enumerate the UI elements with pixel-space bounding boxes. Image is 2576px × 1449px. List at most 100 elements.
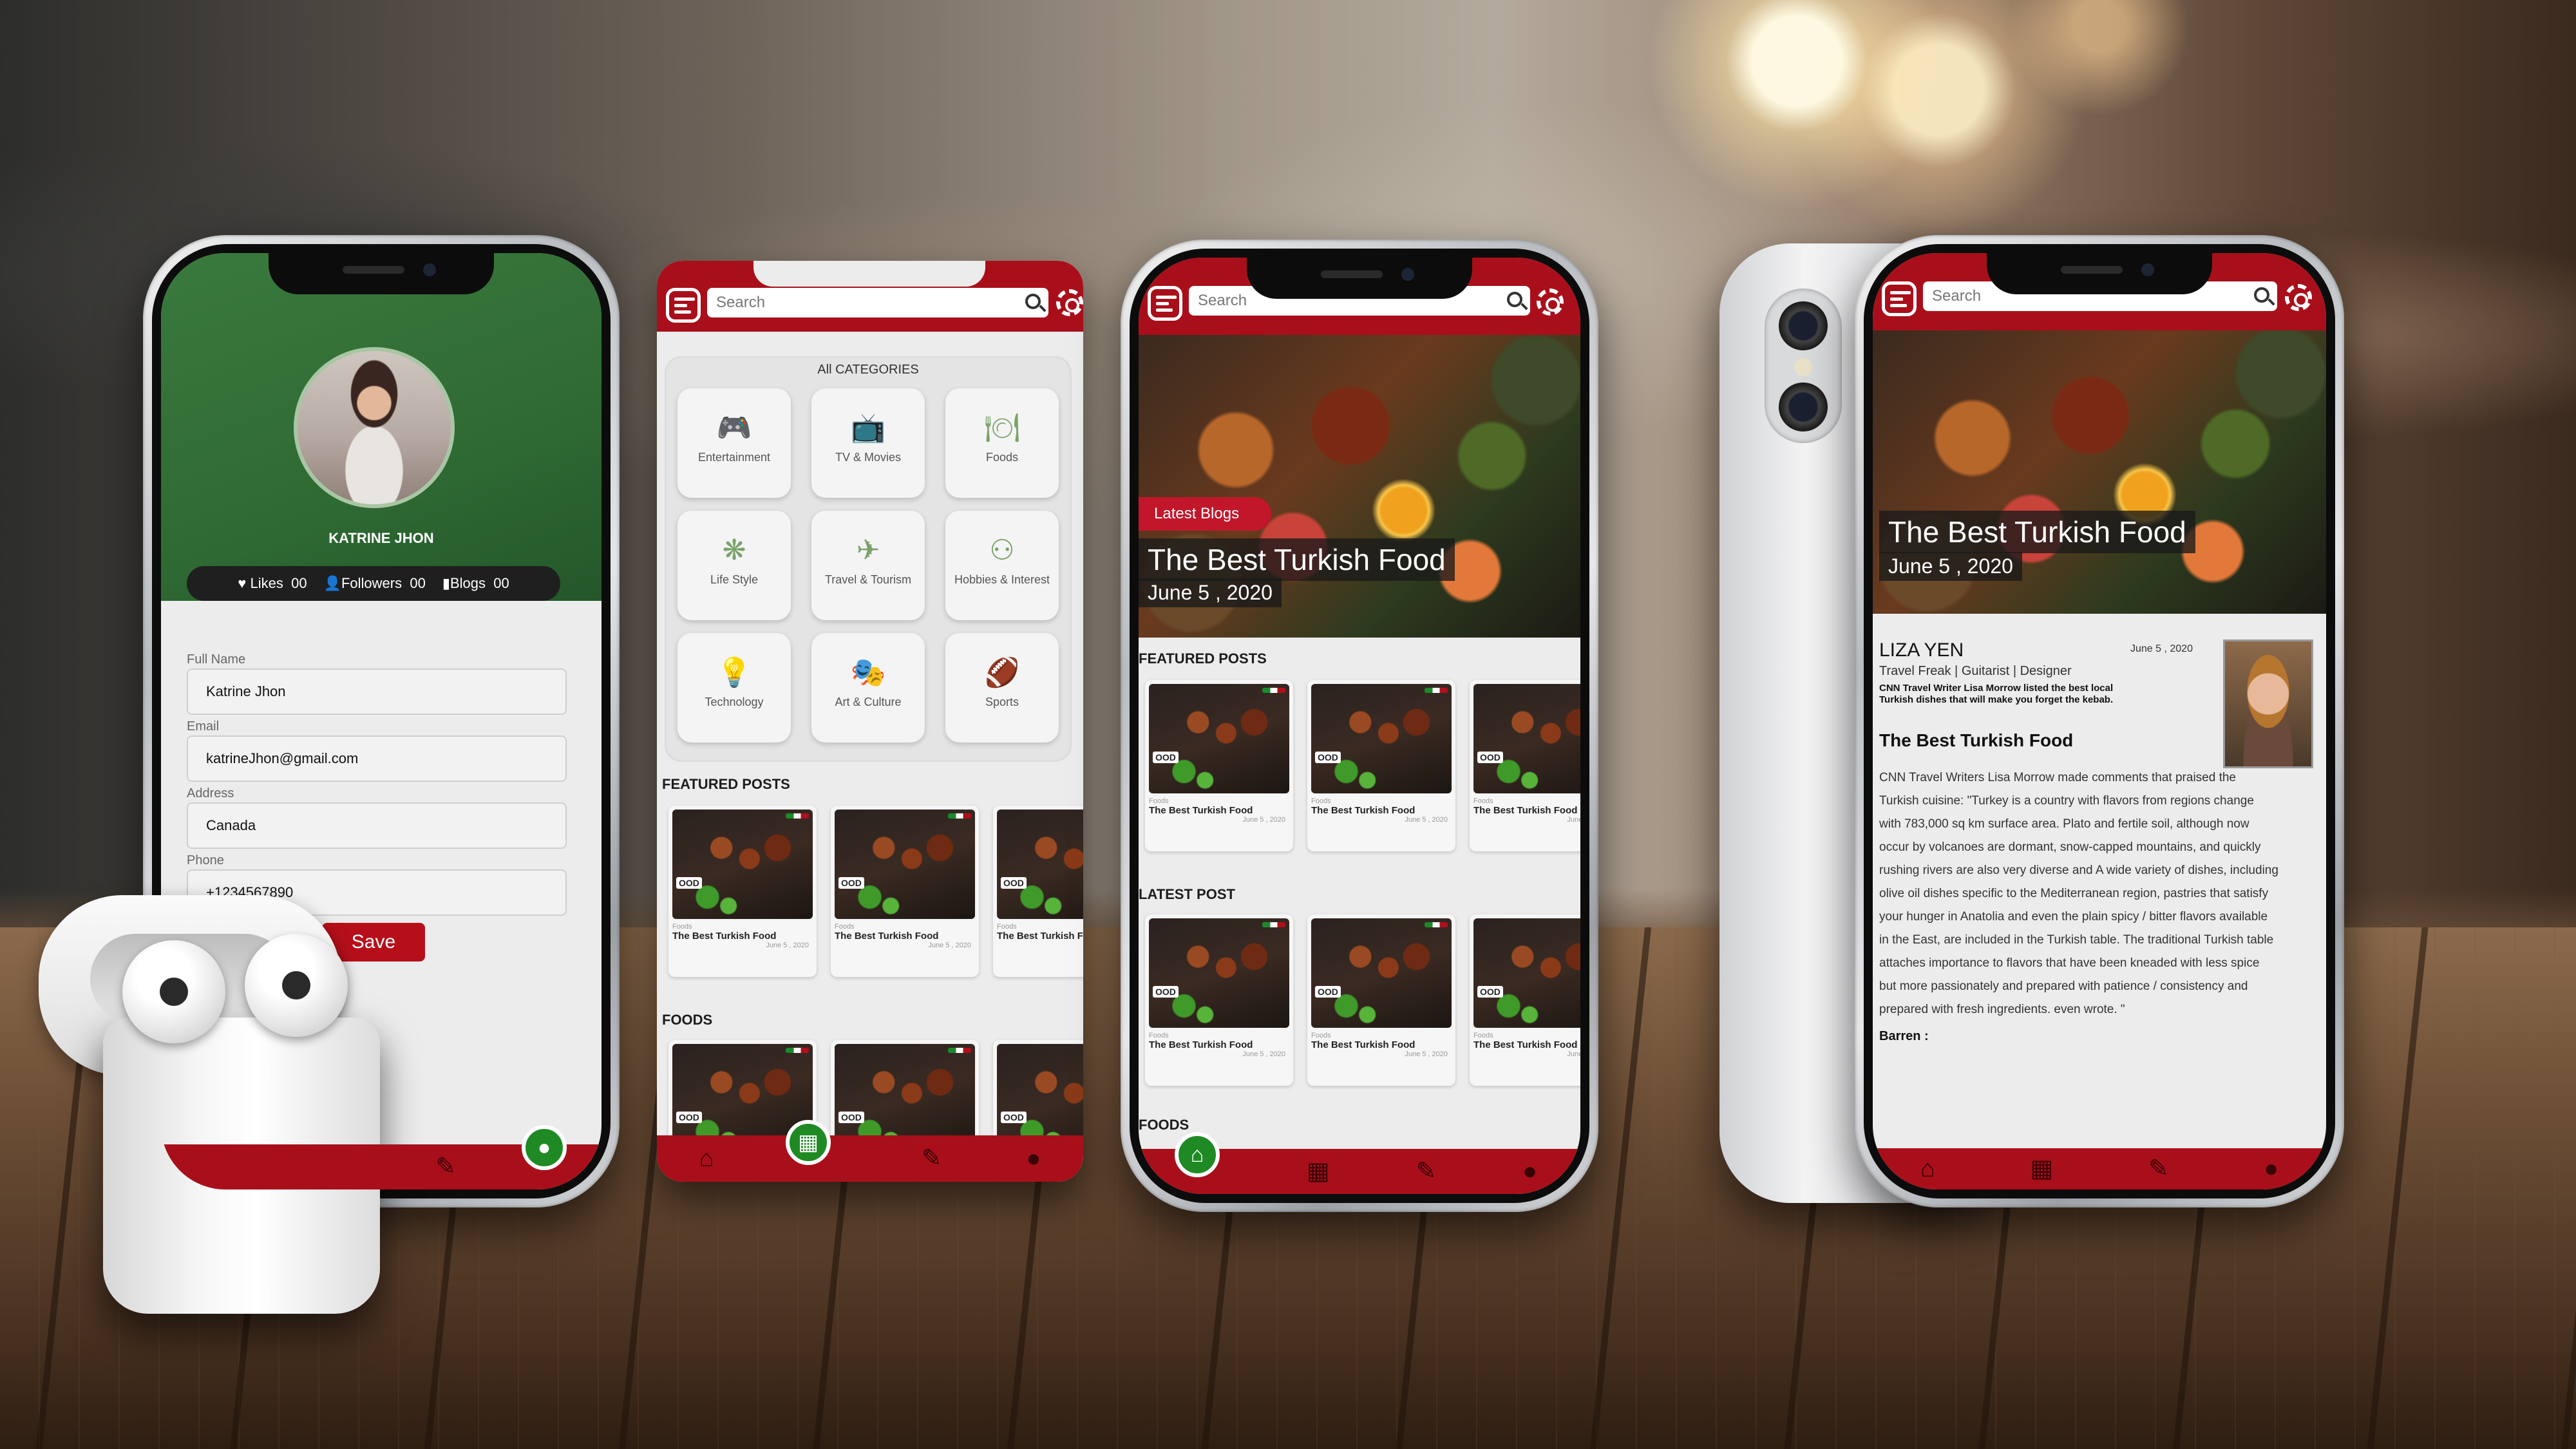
book-icon: ▮: [442, 575, 450, 591]
hero-title: The Best Turkish Food: [1139, 538, 1455, 581]
category-travel-tourism[interactable]: ✈ Travel & Tourism: [811, 511, 925, 620]
address-input[interactable]: Canada: [187, 802, 567, 849]
article-title: The Best Turkish Food: [1879, 511, 2195, 553]
post-thumbnail: OOD: [1149, 918, 1289, 1028]
email-label: Email: [187, 719, 220, 734]
article-date: June 5 , 2020: [1879, 552, 2022, 581]
category-hobbies-interest[interactable]: ⚇ Hobbies & Interest: [945, 511, 1059, 620]
full-name-input[interactable]: Katrine Jhon: [187, 668, 567, 715]
latest-card-2[interactable]: OOD Foods The Best Turkish Food June 5 , 2…: [1307, 914, 1455, 1086]
address-label: Address: [187, 786, 234, 800]
edit-icon[interactable]: ✎: [435, 1155, 456, 1179]
phone-article: Search The Best Turkish Food June 5 , 20…: [1855, 235, 2344, 1208]
phone-label: Phone: [187, 853, 224, 867]
grid-icon[interactable]: ▦: [2030, 1157, 2053, 1181]
profile-name: KATRINE JHON: [328, 530, 434, 546]
home-fab[interactable]: ⌂: [1175, 1132, 1220, 1177]
author-photo[interactable]: [2223, 639, 2313, 768]
grid-icon[interactable]: ▦: [1307, 1159, 1330, 1184]
category-tv-movies[interactable]: 📺 TV & Movies: [811, 388, 925, 498]
ball-icon: 🏈: [984, 657, 1020, 688]
phone-categories: Search All CATEGORIES 🎮 Entertainment 📺 TV…: [657, 261, 1083, 1182]
user-icon[interactable]: ●: [1027, 1146, 1041, 1171]
user-icon[interactable]: ●: [1522, 1159, 1537, 1184]
latest-card-1[interactable]: OOD Foods The Best Turkish Food June 5 , 2…: [1145, 914, 1293, 1086]
avatar[interactable]: [294, 347, 455, 508]
featured-card-1[interactable]: OOD Foods The Best Turkish Food June 5 , 2…: [1145, 680, 1293, 851]
search-input[interactable]: Search: [707, 288, 1048, 317]
user-plus-icon: 👤: [323, 575, 341, 591]
notch: [1987, 253, 2212, 294]
gamepad-icon: 🎮: [716, 412, 752, 444]
profile-fab[interactable]: ●: [522, 1125, 567, 1170]
featured-posts-heading: FEATURED POSTS: [662, 776, 790, 792]
category-sports[interactable]: 🏈 Sports: [945, 633, 1059, 743]
featured-card-1[interactable]: OOD Foods The Best Turkish Food June 5 , 2…: [668, 806, 817, 977]
hero-date: June 5 , 2020: [1139, 578, 1282, 607]
featured-posts-heading: FEATURED POSTS: [1139, 650, 1267, 667]
email-field: Email katrineJhon@gmail.com: [187, 719, 567, 782]
category-art-culture[interactable]: 🎭 Art & Culture: [811, 633, 925, 743]
home-icon[interactable]: ⌂: [1920, 1157, 1935, 1181]
category-life-style[interactable]: ❋ Life Style: [677, 511, 791, 620]
plane-icon: ✈: [856, 535, 880, 566]
categories-title: All CATEGORIES: [817, 363, 919, 377]
post-thumbnail: OOD: [1311, 918, 1452, 1028]
notch: [1247, 258, 1472, 299]
bottom-nav: ⌂ ✎ ●: [657, 1135, 1083, 1182]
lightbulb-icon: 💡: [716, 657, 752, 688]
likes-stat[interactable]: ♥ Likes 00: [238, 575, 307, 592]
settings-gear-icon[interactable]: [2285, 284, 2312, 311]
author-date: June 5 , 2020: [2130, 643, 2193, 654]
featured-card-3[interactable]: OOD FoodsThe Best Turkish FoodJune 5 , 2…: [993, 806, 1083, 977]
airpod-left: [122, 940, 225, 1043]
post-thumbnail: OOD: [672, 810, 813, 919]
categories-panel: All CATEGORIES 🎮 Entertainment 📺 TV & Movi…: [665, 356, 1072, 762]
camera-lens-icon: [1779, 301, 1828, 350]
menu-icon[interactable]: [1148, 286, 1182, 321]
home-icon: ⌂: [1190, 1142, 1204, 1167]
airpod-right: [245, 934, 348, 1037]
featured-card-2[interactable]: OOD Foods The Best Turkish Food June 5 , 2…: [831, 806, 979, 977]
featured-card-3[interactable]: OOD FoodsThe Best Turkish FoodJune 5 , 2…: [1470, 680, 1580, 851]
search-icon[interactable]: [2254, 287, 2269, 303]
latest-card-3[interactable]: OOD FoodsThe Best Turkish FoodJune 5 , 2…: [1470, 914, 1580, 1086]
home-icon[interactable]: ⌂: [699, 1146, 714, 1171]
article-body: LIZA YEN June 5 , 2020 Travel Freak | Gu…: [1879, 639, 2320, 1044]
latest-blogs-tag[interactable]: Latest Blogs: [1139, 497, 1271, 531]
edit-icon[interactable]: ✎: [2148, 1157, 2169, 1181]
edit-icon[interactable]: ✎: [922, 1146, 942, 1171]
email-input[interactable]: katrineJhon@gmail.com: [187, 735, 567, 782]
post-thumbnail: OOD: [1149, 684, 1289, 793]
article-summary: CNN Travel Writer Lisa Morrow listed the…: [1879, 683, 2114, 705]
camera-module: [1765, 289, 1842, 443]
full-name-field: Full Name Katrine Jhon: [187, 652, 567, 715]
grid-icon: ▦: [797, 1130, 819, 1155]
phone-home: Search Latest Blogs The Best Turkish Foo…: [1121, 240, 1598, 1212]
category-foods[interactable]: 🍽 Foods: [945, 388, 1059, 498]
app-header: Search: [657, 261, 1083, 332]
notch: [269, 253, 494, 294]
post-thumbnail: OOD: [1473, 918, 1580, 1028]
category-entertainment[interactable]: 🎮 Entertainment: [677, 388, 791, 498]
category-technology[interactable]: 💡 Technology: [677, 633, 791, 743]
menu-icon[interactable]: [1882, 281, 1917, 316]
post-thumbnail: OOD: [997, 810, 1083, 919]
user-icon[interactable]: ●: [2264, 1157, 2278, 1181]
menu-icon[interactable]: [666, 288, 701, 323]
foods-heading: FOODS: [662, 1012, 713, 1028]
search-icon[interactable]: [1025, 294, 1041, 309]
settings-gear-icon[interactable]: [1056, 289, 1083, 316]
blogs-stat[interactable]: ▮Blogs 00: [442, 575, 509, 592]
followers-stat[interactable]: 👤Followers 00: [324, 575, 426, 592]
heart-icon: ♥: [238, 575, 247, 591]
featured-card-2[interactable]: OOD Foods The Best Turkish Food June 5 , 2…: [1307, 680, 1455, 851]
post-thumbnail: OOD: [835, 810, 975, 919]
bottom-nav: ⌂ ▦ ✎ ●: [1873, 1148, 2326, 1189]
edit-icon[interactable]: ✎: [1416, 1159, 1436, 1184]
masks-icon: 🎭: [850, 657, 886, 688]
tv-icon: 📺: [850, 412, 886, 444]
search-icon[interactable]: [1507, 292, 1522, 307]
settings-gear-icon[interactable]: [1537, 289, 1564, 316]
categories-fab[interactable]: ▦: [786, 1120, 831, 1165]
